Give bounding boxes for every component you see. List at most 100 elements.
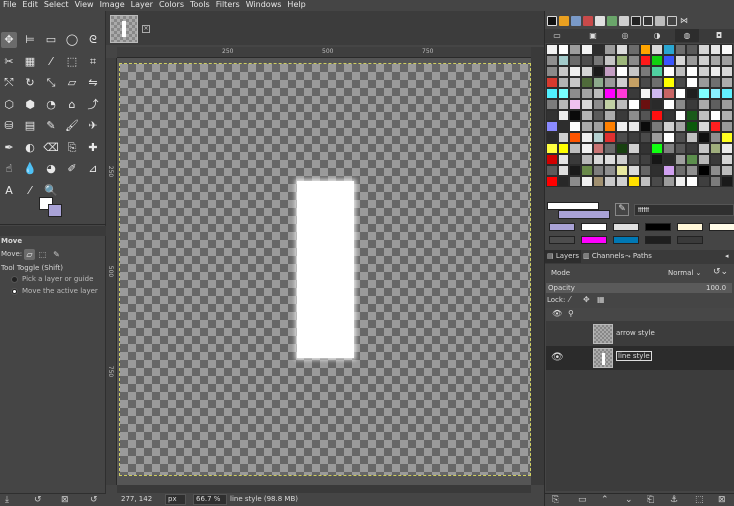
palette-swatch[interactable] bbox=[697, 88, 710, 99]
color-history-swatch[interactable] bbox=[581, 223, 607, 231]
palette-swatch[interactable] bbox=[627, 66, 640, 77]
palette-swatch[interactable] bbox=[604, 121, 617, 132]
palette-swatch[interactable] bbox=[569, 176, 582, 187]
ellipse-select-icon[interactable]: ◯ bbox=[64, 32, 80, 48]
tab-layers[interactable]: ▤ Layers bbox=[545, 250, 582, 263]
move-selection-mode-icon[interactable]: ⬚ bbox=[37, 249, 48, 260]
tab-paths[interactable]: ⤳ Paths bbox=[623, 250, 654, 263]
palette-swatch[interactable] bbox=[616, 110, 628, 121]
paintbrush-icon[interactable]: 🖌 bbox=[64, 118, 80, 134]
palette-swatch[interactable] bbox=[674, 77, 687, 88]
palette-swatch[interactable] bbox=[557, 77, 570, 88]
palette-swatch[interactable] bbox=[709, 143, 722, 154]
palette-swatch[interactable] bbox=[546, 110, 558, 121]
palette-swatch[interactable] bbox=[616, 88, 628, 99]
palette-swatch[interactable] bbox=[721, 154, 733, 165]
color-history-swatch[interactable] bbox=[581, 236, 607, 244]
palette-swatch[interactable] bbox=[697, 55, 710, 66]
unit-select[interactable]: px bbox=[165, 494, 186, 505]
palette-swatch[interactable] bbox=[616, 121, 628, 132]
mypaint-brush-icon[interactable]: ◐ bbox=[22, 140, 38, 156]
background-color-swatch[interactable] bbox=[48, 204, 62, 217]
palette-swatch[interactable] bbox=[674, 110, 687, 121]
palette-swatch[interactable] bbox=[604, 66, 617, 77]
fg-bg-colors-tab-icon[interactable] bbox=[547, 16, 557, 26]
palette-swatch[interactable] bbox=[674, 88, 687, 99]
palette-swatch[interactable] bbox=[662, 176, 675, 187]
palette-swatch[interactable] bbox=[709, 154, 722, 165]
palette-swatch[interactable] bbox=[557, 66, 570, 77]
palette-swatch[interactable] bbox=[616, 77, 628, 88]
menu-filters[interactable]: Filters bbox=[213, 0, 243, 11]
palette-swatch[interactable] bbox=[627, 110, 640, 121]
paths-icon[interactable]: ✐ bbox=[64, 161, 80, 177]
palette-swatch[interactable] bbox=[651, 121, 663, 132]
palette-swatch[interactable] bbox=[557, 88, 570, 99]
palette-swatch[interactable] bbox=[697, 77, 710, 88]
delete-layer-icon[interactable]: ⊠ bbox=[718, 495, 726, 505]
palette-swatch[interactable] bbox=[662, 88, 675, 99]
palette-swatch[interactable] bbox=[592, 121, 605, 132]
palette-swatch[interactable] bbox=[662, 55, 675, 66]
lock-position-icon[interactable]: ✥ bbox=[583, 295, 590, 304]
palette-swatch[interactable] bbox=[721, 121, 733, 132]
palette-swatch[interactable] bbox=[721, 143, 733, 154]
color-history-swatch[interactable] bbox=[677, 223, 703, 231]
templates-tab-icon[interactable] bbox=[631, 16, 641, 26]
palette-swatch[interactable] bbox=[581, 88, 593, 99]
palette-swatch[interactable] bbox=[604, 176, 617, 187]
hex-color-input[interactable] bbox=[634, 204, 734, 216]
palette-swatch[interactable] bbox=[639, 88, 652, 99]
palette-swatch[interactable] bbox=[546, 88, 558, 99]
palette-swatch[interactable] bbox=[709, 99, 722, 110]
palette-swatch[interactable] bbox=[697, 44, 710, 55]
palette-swatch[interactable] bbox=[651, 110, 663, 121]
flip-icon[interactable]: ⇋ bbox=[85, 75, 101, 91]
palette-swatch[interactable] bbox=[557, 176, 570, 187]
palette-swatch[interactable] bbox=[662, 121, 675, 132]
horizontal-scrollbar[interactable] bbox=[117, 485, 531, 493]
foreground-select-icon[interactable]: ⬚ bbox=[64, 54, 80, 70]
menu-file[interactable]: File bbox=[0, 0, 19, 11]
mode-select[interactable]: Normal ⌄ bbox=[668, 268, 708, 279]
palette-swatch[interactable] bbox=[546, 143, 558, 154]
palette-swatch[interactable] bbox=[581, 154, 593, 165]
palette-swatch[interactable] bbox=[627, 88, 640, 99]
palette-swatch[interactable] bbox=[616, 66, 628, 77]
palette-swatch[interactable] bbox=[674, 99, 687, 110]
palette-swatch[interactable] bbox=[546, 165, 558, 176]
palette-swatch[interactable] bbox=[616, 99, 628, 110]
palette-swatch[interactable] bbox=[546, 55, 558, 66]
palette-swatch[interactable] bbox=[581, 66, 593, 77]
images-tab-icon[interactable] bbox=[619, 16, 629, 26]
menu-select[interactable]: Select bbox=[41, 0, 72, 11]
palette-swatch[interactable] bbox=[546, 176, 558, 187]
palette-swatch[interactable] bbox=[697, 176, 710, 187]
color-history-swatch[interactable] bbox=[613, 236, 639, 244]
delete-options-icon[interactable]: ⊠ bbox=[61, 495, 69, 505]
palette-swatch[interactable] bbox=[721, 55, 733, 66]
color-palette-grid[interactable] bbox=[546, 44, 734, 198]
palette-tab[interactable]: ◍ bbox=[675, 29, 699, 42]
gradient-icon[interactable]: ▤ bbox=[22, 118, 38, 134]
palette-swatch[interactable] bbox=[581, 165, 593, 176]
palette-swatch[interactable] bbox=[569, 88, 582, 99]
lasso-icon[interactable]: ᘓ bbox=[85, 32, 101, 48]
palette-swatch[interactable] bbox=[557, 132, 570, 143]
palette-swatch[interactable] bbox=[627, 121, 640, 132]
palette-swatch[interactable] bbox=[674, 132, 687, 143]
palette-swatch[interactable] bbox=[639, 154, 652, 165]
palette-swatch[interactable] bbox=[651, 143, 663, 154]
scissors-select-icon[interactable]: ✂ bbox=[1, 54, 17, 70]
palette-swatch[interactable] bbox=[616, 154, 628, 165]
palette-swatch[interactable] bbox=[546, 154, 558, 165]
palette-swatch[interactable] bbox=[674, 143, 687, 154]
warp-icon[interactable]: ◔ bbox=[43, 97, 59, 113]
palette-swatch[interactable] bbox=[721, 110, 733, 121]
palette-swatch[interactable] bbox=[569, 110, 582, 121]
color-history-swatch[interactable] bbox=[645, 236, 671, 244]
palette-swatch[interactable] bbox=[721, 176, 733, 187]
palette-swatch[interactable] bbox=[686, 66, 698, 77]
palette-swatch[interactable] bbox=[721, 44, 733, 55]
palette-swatch[interactable] bbox=[639, 121, 652, 132]
